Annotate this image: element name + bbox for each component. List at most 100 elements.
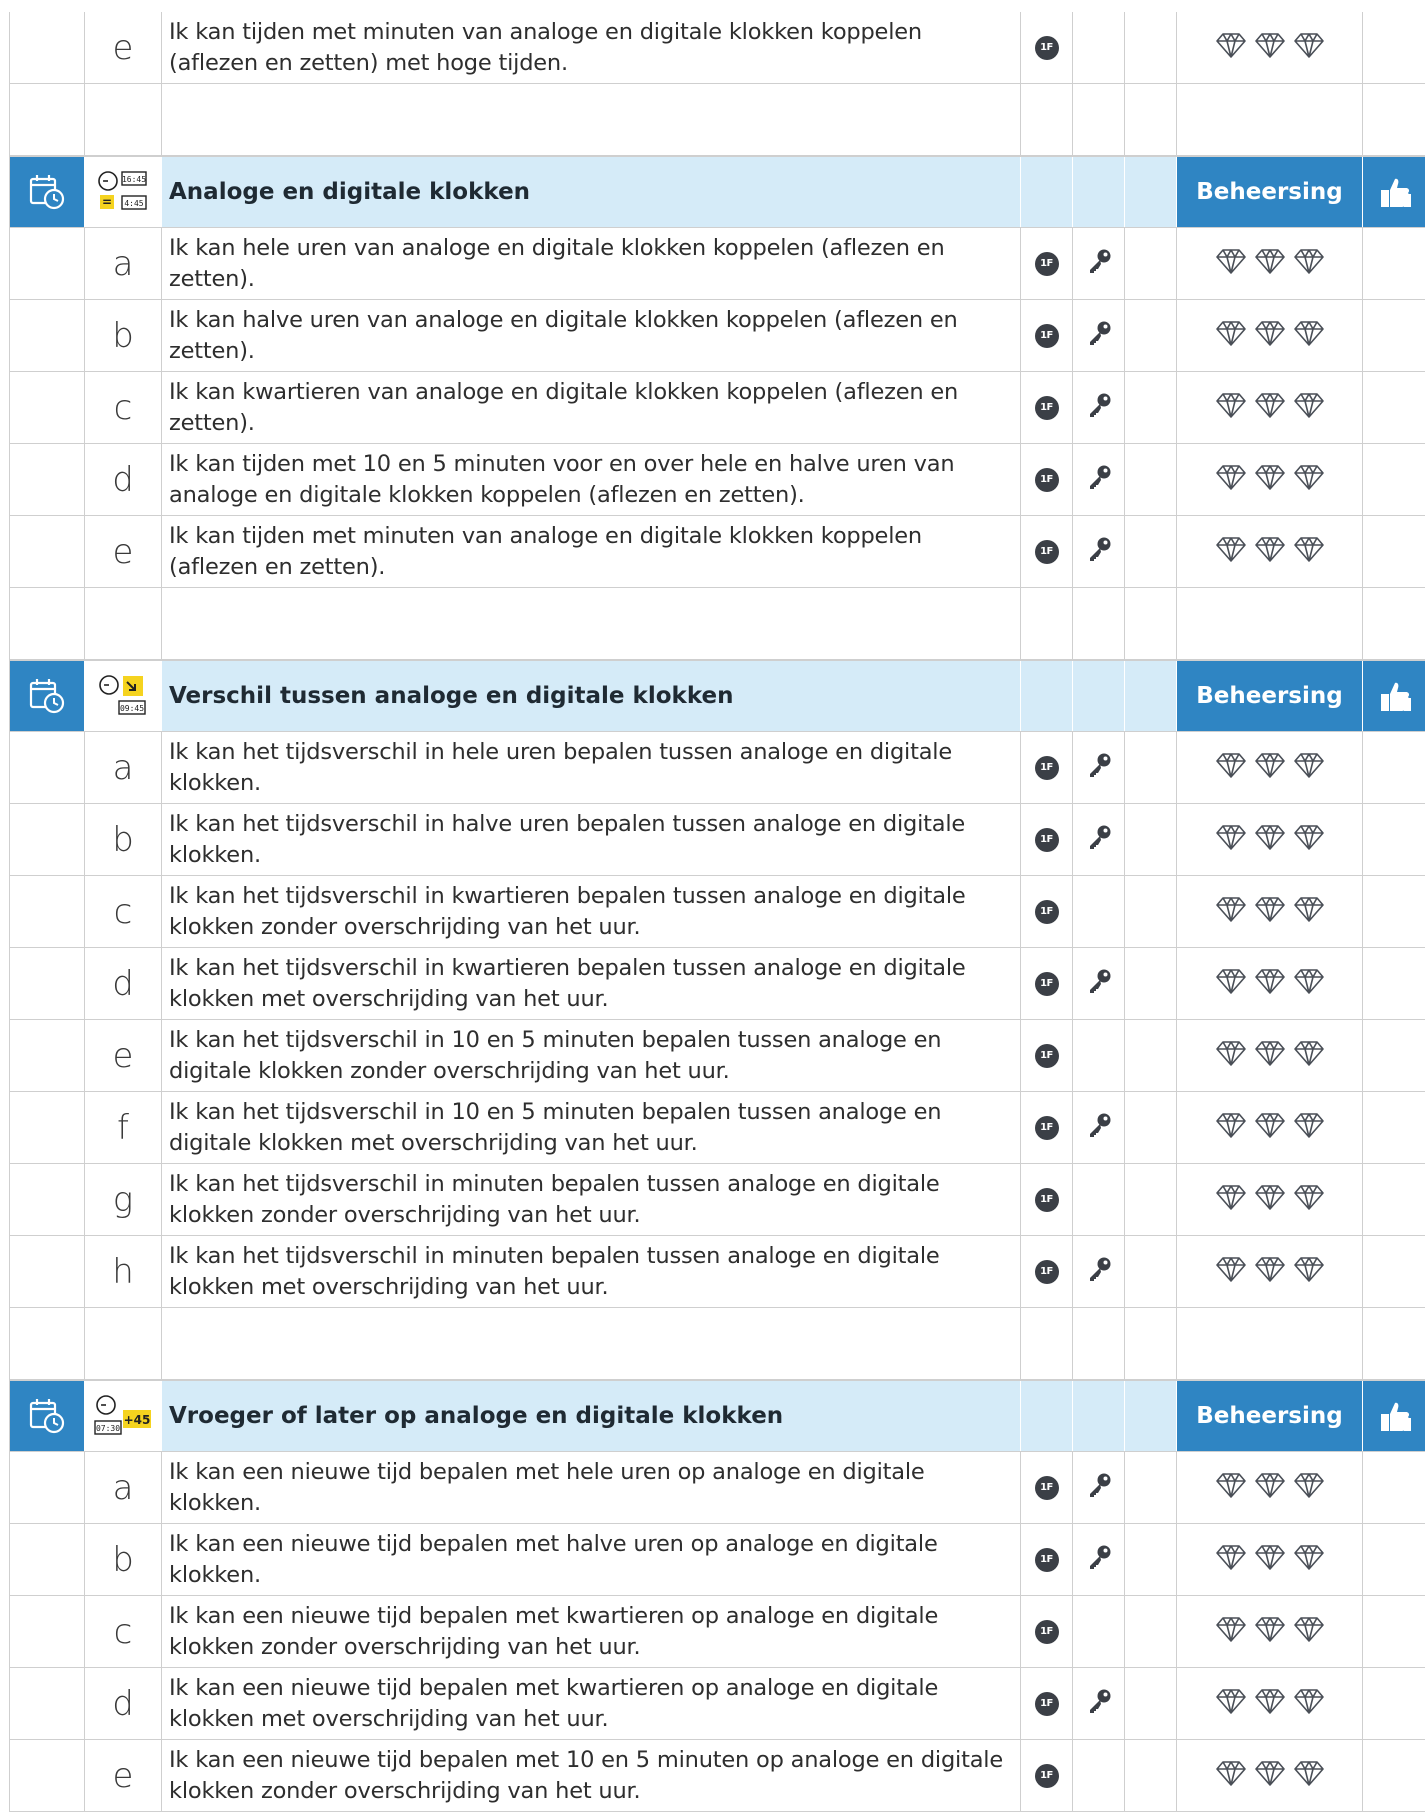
- diamond-icon[interactable]: [1293, 1615, 1325, 1648]
- diamond-icon[interactable]: [1293, 823, 1325, 856]
- rating-diamonds[interactable]: [1176, 516, 1362, 587]
- key-icon: [1086, 248, 1112, 279]
- rating-diamonds[interactable]: [1176, 1164, 1362, 1235]
- diamond-icon[interactable]: [1293, 895, 1325, 928]
- rating-diamonds[interactable]: [1176, 876, 1362, 947]
- diamond-icon[interactable]: [1215, 1543, 1247, 1576]
- diamond-icon[interactable]: [1254, 1471, 1286, 1504]
- diamond-icon[interactable]: [1215, 1039, 1247, 1072]
- diamond-icon[interactable]: [1293, 1687, 1325, 1720]
- rating-diamonds[interactable]: [1176, 732, 1362, 803]
- rating-diamonds[interactable]: [1176, 1452, 1362, 1523]
- diamond-icon[interactable]: [1293, 247, 1325, 280]
- diamond-icon[interactable]: [1293, 1759, 1325, 1792]
- diamond-icon[interactable]: [1254, 247, 1286, 280]
- calendar-clock-icon[interactable]: [9, 661, 84, 731]
- mastery-header: Beheersing: [1176, 661, 1362, 731]
- diamond-icon[interactable]: [1215, 1183, 1247, 1216]
- empty-cell: [1124, 661, 1176, 731]
- diamond-icon[interactable]: [1215, 1687, 1247, 1720]
- goal-text: Ik kan het tijdsverschil in kwartieren b…: [161, 948, 1020, 1019]
- rating-diamonds[interactable]: [1176, 1524, 1362, 1595]
- level-cell: 1F: [1020, 228, 1072, 299]
- diamond-icon[interactable]: [1215, 895, 1247, 928]
- thumbs-up-icon[interactable]: [1362, 157, 1425, 227]
- diamond-icon[interactable]: [1254, 1111, 1286, 1144]
- diamond-icon[interactable]: [1293, 967, 1325, 1000]
- rating-diamonds[interactable]: [1176, 1020, 1362, 1091]
- rating-diamonds[interactable]: [1176, 948, 1362, 1019]
- diamond-icon[interactable]: [1293, 535, 1325, 568]
- goal-row: b Ik kan een nieuwe tijd bepalen met halv…: [9, 1524, 1425, 1596]
- rating-diamonds[interactable]: [1176, 444, 1362, 515]
- diamond-icon[interactable]: [1215, 823, 1247, 856]
- rating-diamonds[interactable]: [1176, 1236, 1362, 1307]
- diamond-icon[interactable]: [1215, 463, 1247, 496]
- diamond-icon[interactable]: [1254, 1615, 1286, 1648]
- diamond-icon[interactable]: [1215, 1255, 1247, 1288]
- rating-diamonds[interactable]: [1176, 1668, 1362, 1739]
- thumbs-up-icon[interactable]: [1362, 1381, 1425, 1451]
- diamond-icon[interactable]: [1254, 535, 1286, 568]
- diamond-icon[interactable]: [1293, 1183, 1325, 1216]
- diamond-icon[interactable]: [1254, 1759, 1286, 1792]
- goal-row: b Ik kan halve uren van analoge en digita…: [9, 300, 1425, 372]
- calendar-clock-icon[interactable]: [9, 1381, 84, 1451]
- empty-cell: [1072, 84, 1124, 155]
- diamond-icon[interactable]: [1215, 31, 1247, 64]
- rating-diamonds[interactable]: [1176, 300, 1362, 371]
- diamond-icon[interactable]: [1293, 1543, 1325, 1576]
- diamond-icon[interactable]: [1254, 967, 1286, 1000]
- diamond-icon[interactable]: [1293, 1039, 1325, 1072]
- rating-diamonds[interactable]: [1176, 1596, 1362, 1667]
- diamond-icon[interactable]: [1293, 319, 1325, 352]
- empty-cell: [1362, 84, 1425, 155]
- level-badge: 1F: [1034, 1547, 1059, 1572]
- thumbs-up-icon[interactable]: [1362, 661, 1425, 731]
- diamond-icon[interactable]: [1254, 463, 1286, 496]
- diamond-icon[interactable]: [1215, 1111, 1247, 1144]
- diamond-icon[interactable]: [1254, 895, 1286, 928]
- diamond-icon[interactable]: [1215, 391, 1247, 424]
- diamond-icon[interactable]: [1293, 1111, 1325, 1144]
- diamond-icon[interactable]: [1215, 319, 1247, 352]
- goal-row: c Ik kan kwartieren van analoge en digita…: [9, 372, 1425, 444]
- diamond-icon[interactable]: [1293, 751, 1325, 784]
- rating-diamonds[interactable]: [1176, 228, 1362, 299]
- diamond-icon[interactable]: [1293, 31, 1325, 64]
- diamond-icon[interactable]: [1254, 1039, 1286, 1072]
- rating-diamonds[interactable]: [1176, 1740, 1362, 1811]
- diamond-icon[interactable]: [1215, 967, 1247, 1000]
- diamond-icon[interactable]: [1254, 1255, 1286, 1288]
- diamond-icon[interactable]: [1254, 1543, 1286, 1576]
- diamond-icon[interactable]: [1293, 463, 1325, 496]
- empty-cell: [1176, 588, 1362, 659]
- calendar-clock-icon[interactable]: [9, 157, 84, 227]
- key-cell: [1072, 1236, 1124, 1307]
- diamond-icon[interactable]: [1254, 31, 1286, 64]
- diamond-icon[interactable]: [1254, 391, 1286, 424]
- diamond-icon[interactable]: [1293, 1471, 1325, 1504]
- diamond-icon[interactable]: [1215, 1471, 1247, 1504]
- key-cell: [1072, 516, 1124, 587]
- goal-text: Ik kan een nieuwe tijd bepalen met halve…: [161, 1524, 1020, 1595]
- diamond-icon[interactable]: [1215, 535, 1247, 568]
- diamond-icon[interactable]: [1293, 1255, 1325, 1288]
- diamond-icon[interactable]: [1254, 319, 1286, 352]
- rating-diamonds[interactable]: [1176, 804, 1362, 875]
- rating-diamonds[interactable]: [1176, 1092, 1362, 1163]
- diamond-icon[interactable]: [1215, 751, 1247, 784]
- rating-diamonds[interactable]: [1176, 372, 1362, 443]
- rating-diamonds[interactable]: [1176, 12, 1362, 83]
- diamond-icon[interactable]: [1254, 751, 1286, 784]
- diamond-icon[interactable]: [1293, 391, 1325, 424]
- diamond-icon[interactable]: [1215, 1615, 1247, 1648]
- diamond-icon[interactable]: [1254, 1183, 1286, 1216]
- goal-row: a Ik kan het tijdsverschil in hele uren b…: [9, 732, 1425, 804]
- diamond-icon[interactable]: [1254, 823, 1286, 856]
- diamond-icon[interactable]: [1215, 247, 1247, 280]
- empty-cell: [1362, 444, 1425, 515]
- diamond-icon[interactable]: [1215, 1759, 1247, 1792]
- diamond-icon[interactable]: [1254, 1687, 1286, 1720]
- goal-row: d Ik kan tijden met 10 en 5 minuten voor …: [9, 444, 1425, 516]
